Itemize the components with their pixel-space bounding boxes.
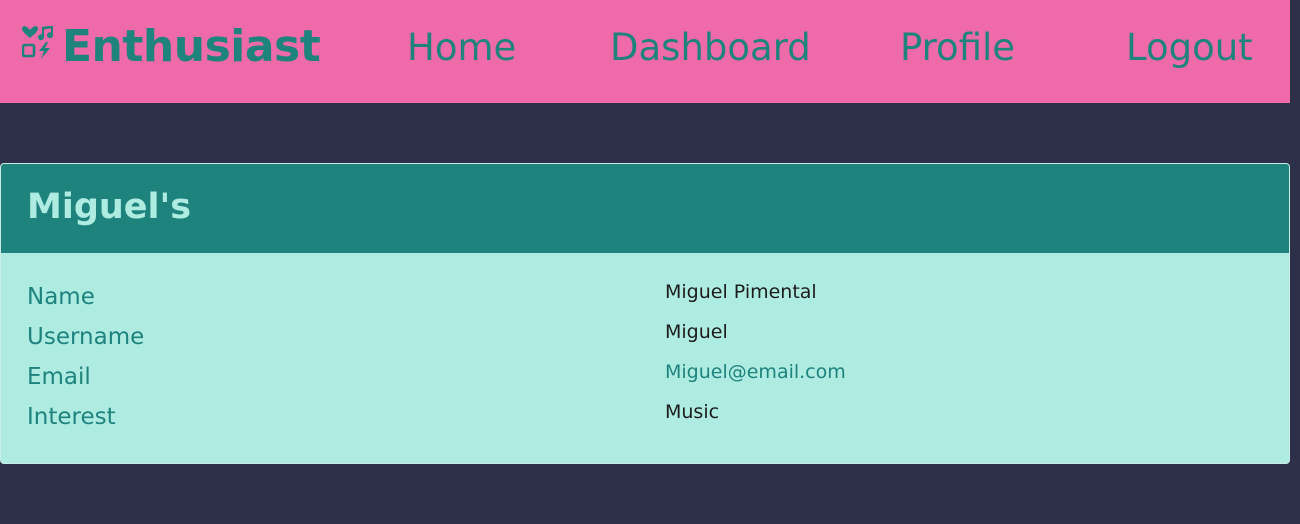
profile-field-row-name: Name Miguel Pimental: [27, 281, 1267, 322]
interest-value: Music: [665, 401, 720, 423]
profile-field-row-interest: Interest Music: [27, 401, 1267, 442]
nav-link-dashboard[interactable]: Dashboard: [610, 22, 811, 74]
profile-card-header: Miguel's: [1, 164, 1289, 253]
email-link[interactable]: Miguel@email.com: [665, 359, 846, 385]
name-value: Miguel Pimental: [665, 281, 817, 303]
profile-card: Miguel's Name Miguel Pimental Username M…: [0, 163, 1290, 464]
email-label: Email: [27, 364, 91, 390]
profile-field-row-email: Email Miguel@email.com: [27, 359, 1267, 402]
interest-label: Interest: [27, 404, 116, 430]
nav-link-profile[interactable]: Profile: [900, 22, 1015, 74]
profile-title: Miguel's: [27, 187, 192, 227]
name-label: Name: [27, 284, 95, 310]
heart-music-bolt-icon: [22, 26, 54, 59]
username-label: Username: [27, 324, 145, 350]
brand-name: Enthusiast: [62, 21, 321, 72]
username-value: Miguel: [665, 321, 728, 343]
nav-link-home[interactable]: Home: [407, 22, 516, 74]
brand-link[interactable]: Enthusiast: [22, 18, 321, 76]
nav-link-logout[interactable]: Logout: [1126, 22, 1253, 74]
navbar: Enthusiast Home Dashboard Profile Logout: [0, 0, 1290, 103]
profile-field-row-username: Username Miguel: [27, 321, 1267, 362]
